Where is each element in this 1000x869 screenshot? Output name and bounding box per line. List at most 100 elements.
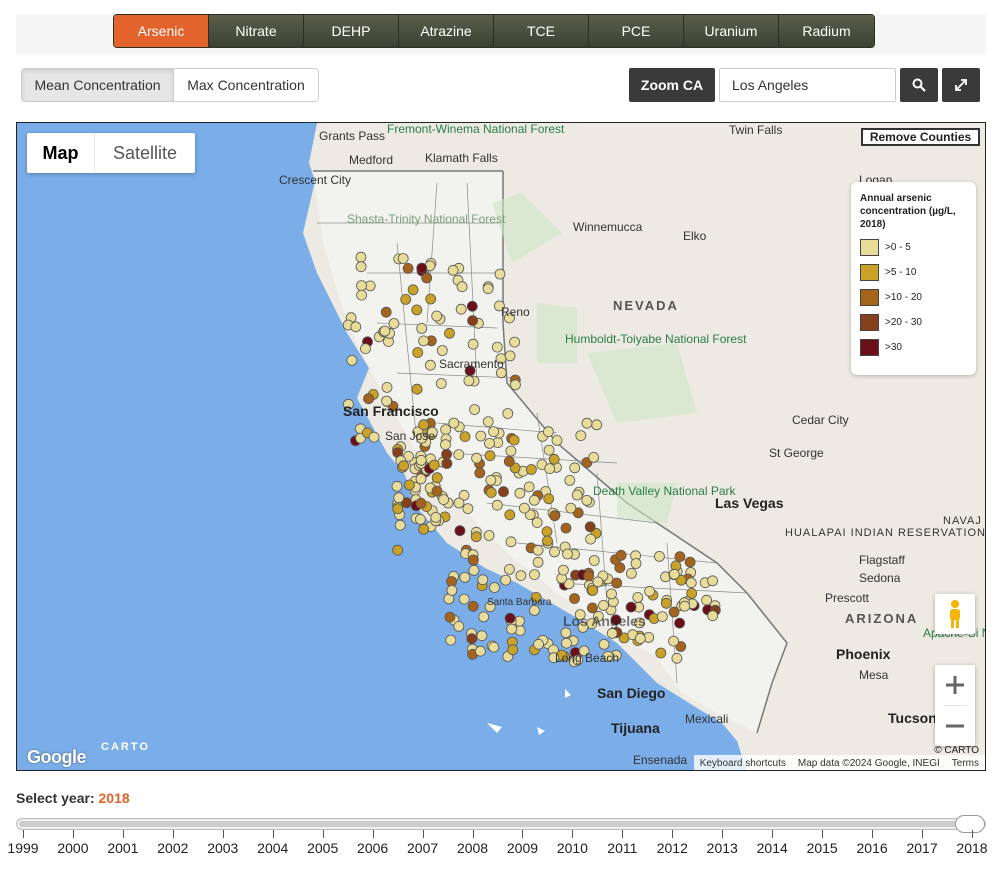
monitoring-point-marker[interactable]: [541, 526, 553, 538]
monitoring-point-marker[interactable]: [436, 345, 448, 356]
monitoring-point-marker[interactable]: [350, 321, 362, 333]
monitoring-point-marker[interactable]: [471, 452, 483, 464]
monitoring-point-marker[interactable]: [506, 623, 518, 635]
monitoring-point-marker[interactable]: [504, 612, 516, 624]
monitoring-point-marker[interactable]: [467, 600, 479, 612]
monitoring-point-marker[interactable]: [532, 544, 544, 556]
monitoring-point-marker[interactable]: [414, 513, 426, 525]
location-search-input[interactable]: [719, 68, 896, 102]
monitoring-point-marker[interactable]: [504, 350, 516, 362]
monitoring-point-marker[interactable]: [448, 417, 460, 429]
monitoring-point-marker[interactable]: [625, 601, 637, 613]
max-concentration-button[interactable]: Max Concentration: [174, 69, 318, 101]
monitoring-point-marker[interactable]: [502, 408, 514, 419]
monitoring-point-marker[interactable]: [418, 523, 430, 535]
monitoring-point-marker[interactable]: [634, 633, 646, 644]
monitoring-point-marker[interactable]: [415, 497, 427, 509]
monitoring-point-marker[interactable]: [380, 306, 392, 318]
monitoring-point-marker[interactable]: [585, 533, 596, 545]
monitoring-point-marker[interactable]: [392, 544, 404, 556]
monitoring-point-marker[interactable]: [569, 462, 581, 474]
tab-dehp[interactable]: DEHP: [304, 15, 399, 47]
monitoring-point-marker[interactable]: [489, 582, 500, 593]
monitoring-point-marker[interactable]: [551, 434, 563, 446]
monitoring-point-marker[interactable]: [466, 300, 478, 312]
monitoring-point-marker[interactable]: [515, 570, 527, 582]
monitoring-point-marker[interactable]: [655, 647, 667, 659]
monitoring-point-marker[interactable]: [565, 502, 577, 514]
monitoring-point-marker[interactable]: [482, 416, 494, 428]
monitoring-point-marker[interactable]: [467, 315, 479, 327]
tab-nitrate[interactable]: Nitrate: [209, 15, 304, 47]
monitoring-point-marker[interactable]: [416, 322, 428, 334]
monitoring-point-marker[interactable]: [438, 494, 450, 506]
monitoring-point-marker[interactable]: [462, 503, 474, 515]
monitoring-point-marker[interactable]: [430, 511, 442, 523]
tab-radium[interactable]: Radium: [779, 15, 874, 47]
monitoring-point-marker[interactable]: [701, 594, 712, 606]
monitoring-point-marker[interactable]: [561, 637, 572, 649]
monitoring-point-marker[interactable]: [581, 417, 593, 429]
monitoring-point-marker[interactable]: [507, 644, 519, 656]
monitoring-point-marker[interactable]: [444, 327, 455, 339]
monitoring-point-marker[interactable]: [484, 450, 496, 462]
monitoring-point-marker[interactable]: [514, 487, 526, 499]
monitoring-point-marker[interactable]: [356, 289, 368, 301]
map-type-map-button[interactable]: Map: [27, 133, 95, 173]
monitoring-point-marker[interactable]: [453, 620, 465, 632]
monitoring-point-marker[interactable]: [508, 434, 520, 446]
monitoring-point-marker[interactable]: [543, 493, 555, 505]
monitoring-point-marker[interactable]: [505, 536, 517, 548]
monitoring-point-marker[interactable]: [632, 591, 644, 603]
monitoring-point-marker[interactable]: [466, 633, 478, 645]
monitoring-point-marker[interactable]: [474, 467, 486, 479]
monitoring-point-marker[interactable]: [523, 481, 535, 493]
monitoring-point-marker[interactable]: [456, 281, 468, 293]
monitoring-point-marker[interactable]: [531, 517, 543, 529]
monitoring-point-marker[interactable]: [394, 519, 406, 531]
monitoring-point-marker[interactable]: [588, 451, 600, 463]
monitoring-point-marker[interactable]: [475, 430, 487, 442]
monitoring-point-marker[interactable]: [503, 455, 515, 467]
monitoring-point-marker[interactable]: [444, 611, 456, 623]
monitoring-point-marker[interactable]: [504, 509, 516, 521]
monitoring-point-marker[interactable]: [598, 599, 609, 611]
monitoring-point-marker[interactable]: [575, 430, 587, 442]
monitoring-point-marker[interactable]: [560, 522, 572, 534]
monitoring-point-marker[interactable]: [644, 585, 655, 597]
map-canvas[interactable]: Grants Pass Fremont-Winema National Fore…: [16, 122, 986, 771]
fullscreen-button[interactable]: [942, 68, 980, 102]
monitoring-point-marker[interactable]: [485, 474, 497, 486]
monitoring-point-marker[interactable]: [505, 445, 517, 457]
monitoring-point-marker[interactable]: [407, 284, 419, 296]
monitoring-point-marker[interactable]: [381, 381, 393, 393]
monitoring-point-marker[interactable]: [391, 480, 403, 492]
monitoring-point-marker[interactable]: [431, 472, 443, 484]
monitoring-point-marker[interactable]: [445, 634, 457, 646]
monitoring-point-marker[interactable]: [654, 550, 665, 562]
monitoring-point-marker[interactable]: [674, 551, 686, 563]
monitoring-point-marker[interactable]: [686, 587, 698, 599]
monitoring-point-marker[interactable]: [549, 546, 560, 558]
monitoring-point-marker[interactable]: [398, 460, 410, 472]
monitoring-point-marker[interactable]: [707, 610, 719, 622]
monitoring-point-marker[interactable]: [671, 652, 683, 664]
monitoring-point-marker[interactable]: [498, 486, 509, 498]
monitoring-point-marker[interactable]: [441, 458, 453, 469]
year-slider-track[interactable]: [16, 815, 986, 833]
monitoring-point-marker[interactable]: [509, 379, 521, 391]
search-button[interactable]: [900, 68, 938, 102]
monitoring-point-marker[interactable]: [611, 577, 623, 589]
tab-tce[interactable]: TCE: [494, 15, 589, 47]
monitoring-point-marker[interactable]: [674, 617, 685, 629]
remove-counties-button[interactable]: Remove Counties: [861, 128, 980, 146]
monitoring-point-marker[interactable]: [454, 525, 466, 537]
monitoring-point-marker[interactable]: [560, 627, 572, 639]
tab-uranium[interactable]: Uranium: [684, 15, 779, 47]
monitoring-point-marker[interactable]: [415, 473, 427, 485]
monitoring-point-marker[interactable]: [548, 453, 560, 465]
monitoring-point-marker[interactable]: [494, 268, 506, 280]
monitoring-point-marker[interactable]: [484, 437, 495, 449]
monitoring-point-marker[interactable]: [549, 510, 561, 522]
monitoring-point-marker[interactable]: [469, 404, 481, 415]
